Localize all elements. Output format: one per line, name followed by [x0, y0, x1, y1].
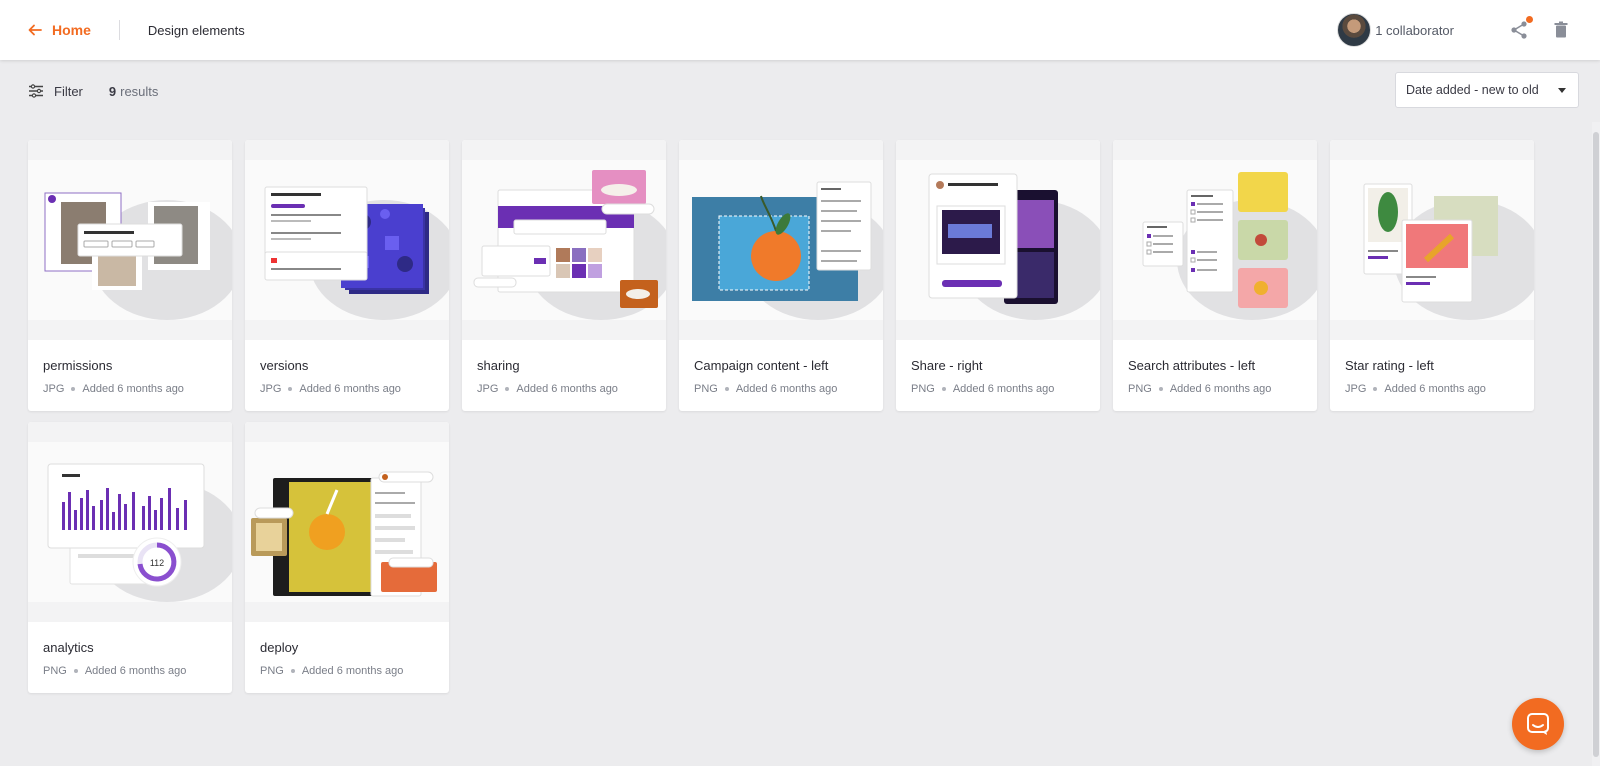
file-added: Added 6 months ago [735, 383, 838, 395]
avatar[interactable] [1337, 13, 1372, 47]
file-type: PNG [1128, 383, 1152, 395]
thumbnail-analytics: 112 [28, 422, 232, 622]
file-type: JPG [260, 383, 282, 395]
file-name: analytics [43, 640, 94, 655]
file-card-share-right[interactable]: Share - right PNG Added 6 months ago [896, 140, 1100, 411]
header-divider [118, 20, 120, 40]
file-card-analytics[interactable]: 112 analytics PNG Added 6 months ago [28, 422, 232, 693]
file-meta: PNG Added 6 months ago [260, 665, 403, 677]
meta-separator [290, 669, 295, 673]
file-meta: JPG Added 6 months ago [260, 383, 401, 395]
file-type: JPG [1345, 383, 1367, 395]
filter-label: Filter [54, 83, 83, 99]
file-card-star-rating[interactable]: Star rating - left JPG Added 6 months ago [1330, 140, 1534, 411]
toolbar: Filter 9 results Date added - new to old [0, 60, 1600, 122]
file-type: PNG [694, 383, 718, 395]
meta-separator [1158, 387, 1163, 391]
file-meta: PNG Added 6 months ago [911, 383, 1054, 395]
share-button[interactable] [1508, 16, 1533, 41]
file-added: Added 6 months ago [952, 383, 1055, 395]
file-type: JPG [477, 383, 499, 395]
scrollbar-thumb[interactable] [1593, 132, 1599, 757]
file-type: PNG [260, 665, 284, 677]
file-card-sharing[interactable]: sharing JPG Added 6 months ago [462, 140, 666, 411]
file-added: Added 6 months ago [1384, 383, 1486, 395]
thumbnail-deploy [245, 422, 449, 622]
file-name: Campaign content - left [694, 358, 829, 373]
chat-icon [1527, 713, 1549, 735]
file-meta: PNG Added 6 months ago [43, 665, 186, 677]
file-name: permissions [43, 358, 113, 373]
file-type: PNG [43, 665, 67, 677]
file-meta: JPG Added 6 months ago [477, 383, 618, 395]
scrollbar[interactable] [1592, 122, 1600, 766]
file-type: PNG [911, 383, 935, 395]
file-meta: JPG Added 6 months ago [43, 383, 184, 395]
thumbnail-campaign-content [679, 140, 883, 340]
notification-dot [1526, 16, 1533, 23]
meta-separator [71, 387, 76, 391]
file-card-versions[interactable]: versions JPG Added 6 months ago [245, 140, 449, 411]
analytics-thumb-value: 112 [150, 558, 164, 568]
file-added: Added 6 months ago [1169, 383, 1272, 395]
file-name: Search attributes - left [1128, 358, 1256, 373]
file-meta: JPG Added 6 months ago [1345, 383, 1486, 395]
arrow-left-icon [28, 24, 42, 36]
meta-separator [505, 387, 510, 391]
meta-separator [1373, 387, 1378, 391]
thumbnail-permissions [28, 140, 232, 340]
file-name: versions [260, 358, 309, 373]
meta-separator [288, 387, 293, 391]
thumbnail-share-right [896, 140, 1100, 340]
file-name: sharing [477, 358, 520, 373]
chat-launcher-button[interactable] [1512, 698, 1564, 750]
file-type: JPG [43, 383, 65, 395]
file-card-campaign-content[interactable]: Campaign content - left PNG Added 6 month… [679, 140, 883, 411]
file-card-search-attributes[interactable]: Search attributes - left PNG Added 6 mont… [1113, 140, 1317, 411]
file-added: Added 6 months ago [82, 383, 184, 395]
meta-separator [724, 387, 729, 391]
meta-separator [941, 387, 946, 391]
file-name: Share - right [911, 358, 983, 373]
thumbnail-versions [245, 140, 449, 340]
thumbnail-star-rating [1330, 140, 1534, 340]
thumbnail-sharing [462, 140, 666, 340]
file-added: Added 6 months ago [299, 383, 401, 395]
header-actions: 1 collaborator [1337, 13, 1572, 47]
collaborators-link[interactable]: 1 collaborator [1375, 23, 1454, 38]
sort-dropdown[interactable]: Date added - new to old [1395, 72, 1579, 108]
file-added: Added 6 months ago [84, 665, 187, 677]
sort-value: Date added - new to old [1406, 83, 1539, 97]
file-card-permissions[interactable]: permissions JPG Added 6 months ago [28, 140, 232, 411]
filter-button[interactable]: Filter [28, 84, 83, 99]
results-label: results [120, 83, 159, 99]
filter-icon [29, 84, 43, 98]
delete-button[interactable] [1550, 19, 1572, 41]
meta-separator [73, 669, 78, 673]
breadcrumb: Design elements [147, 22, 245, 38]
caret-down-icon [1558, 88, 1566, 93]
file-name: deploy [260, 640, 299, 655]
file-added: Added 6 months ago [516, 383, 618, 395]
home-label: Home [52, 22, 91, 38]
file-meta: PNG Added 6 months ago [1128, 383, 1271, 395]
thumbnail-search-attributes [1113, 140, 1317, 340]
file-meta: PNG Added 6 months ago [694, 383, 837, 395]
file-card-deploy[interactable]: deploy PNG Added 6 months ago [245, 422, 449, 693]
trash-icon [1554, 21, 1568, 38]
results-count: 9 results [109, 84, 159, 99]
home-link[interactable]: Home [28, 22, 91, 38]
results-number: 9 [108, 83, 117, 99]
file-name: Star rating - left [1345, 358, 1434, 373]
file-added: Added 6 months ago [301, 665, 404, 677]
top-header: Home Design elements 1 collaborator [0, 0, 1600, 60]
